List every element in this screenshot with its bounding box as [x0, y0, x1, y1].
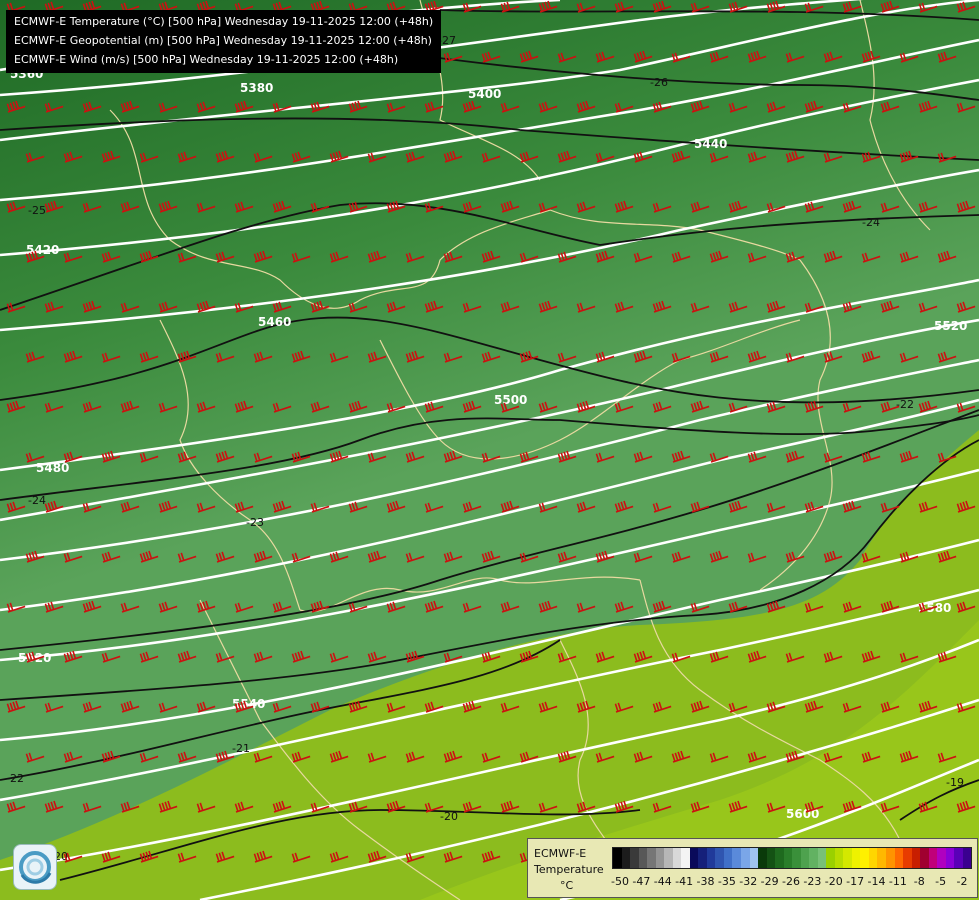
temp-label: -22 — [896, 398, 914, 411]
legend-tick-label: -32 — [739, 875, 758, 888]
legend-swatch — [800, 848, 810, 868]
legend-swatch — [834, 848, 844, 868]
legend-swatch — [655, 848, 665, 868]
legend-swatch — [689, 848, 699, 868]
legend-tick-label: -50 — [611, 875, 629, 888]
legend-swatch — [886, 848, 895, 868]
legend-swatch — [962, 848, 972, 868]
legend-title-line2: Temperature — [534, 863, 604, 876]
temp-label: -20 — [440, 810, 458, 823]
temp-label: -19 — [946, 776, 964, 789]
geo-label: 5400 — [468, 87, 501, 101]
legend-ticks: -50 -47 -44 -41 -38 -35 -32 -29 -26 -23 -20 -17 -14-… — [611, 875, 970, 889]
legend-tick-label: -14 — [867, 875, 886, 888]
weather-map[interactable]: 5360 5380 5400 5420 5440 5460 5480 5500 … — [0, 0, 979, 900]
legend-swatch — [945, 848, 955, 868]
temp-label: -24 — [28, 494, 46, 507]
map-header: ECMWF-E Temperature (°C) [500 hPa] Wedne… — [6, 10, 442, 73]
legend-swatch — [928, 848, 938, 868]
legend-swatch — [647, 848, 656, 868]
legend-tick-label: -20 — [824, 875, 843, 888]
legend-swatch — [877, 848, 886, 868]
legend-swatch — [937, 848, 946, 868]
legend-tick-label: -23 — [803, 875, 822, 888]
temp-label: -25 — [28, 204, 46, 217]
temp-label: -24 — [862, 216, 880, 229]
legend-swatch — [783, 848, 793, 868]
legend-tick-label: -26 — [782, 875, 800, 888]
legend-swatch — [706, 848, 716, 868]
legend-swatch — [809, 848, 818, 868]
geo-label: 5460 — [258, 315, 291, 329]
legend-tick-label: -29 — [760, 875, 779, 888]
legend-swatch — [681, 848, 690, 868]
temp-label: -21 — [232, 742, 250, 755]
temp-label: -22 — [6, 772, 24, 785]
legend-swatch — [868, 848, 878, 868]
geo-label: 5380 — [240, 81, 273, 95]
legend-tick-label: -38 — [696, 875, 715, 888]
legend-unit: °C — [560, 879, 574, 892]
legend-swatch — [630, 848, 639, 868]
legend-tick-label: -5 — [935, 875, 947, 888]
legend-swatch — [664, 848, 673, 868]
legend-swatch — [954, 848, 963, 868]
temp-label: -23 — [246, 516, 264, 529]
legend-swatch — [672, 848, 682, 868]
legend-tick-label: -11 — [888, 875, 907, 888]
legend-swatch — [698, 848, 707, 868]
header-line-geopotential: ECMWF-E Geopotential (m) [500 hPa] Wedne… — [14, 34, 432, 47]
legend-swatch — [911, 848, 921, 868]
geo-label: 5480 — [36, 461, 69, 475]
legend-swatch — [732, 848, 741, 868]
legend-swatch — [621, 848, 631, 868]
legend-swatch — [903, 848, 912, 868]
legend-swatch — [758, 848, 767, 868]
logo — [13, 844, 57, 890]
temp-label: -26 — [650, 76, 668, 89]
legend-swatch — [613, 848, 622, 868]
legend-swatch — [851, 848, 861, 868]
legend-swatch — [792, 848, 801, 868]
legend-swatch — [723, 848, 733, 868]
legend-swatch — [638, 848, 648, 868]
legend-tick-label: -47 — [632, 875, 651, 888]
legend-tick-label: -2 — [956, 875, 968, 888]
legend-swatch — [860, 848, 869, 868]
geo-label: 5440 — [694, 137, 727, 151]
legend-swatch — [775, 848, 784, 868]
temperature-legend: ECMWF-E Temperature °C -50 -47 -44 -41 -38 -3… — [527, 838, 978, 898]
legend-swatch — [920, 848, 929, 868]
legend-swatch — [894, 848, 904, 868]
legend-title-line1: ECMWF-E — [534, 847, 587, 860]
header-line-wind: ECMWF-E Wind (m/s) [500 hPa] Wednesday 1… — [14, 53, 399, 66]
geo-label: 5420 — [26, 243, 59, 257]
legend-swatch — [766, 848, 776, 868]
legend-swatch — [749, 848, 759, 868]
legend-swatch — [715, 848, 724, 868]
legend-tick-label: -35 — [717, 875, 736, 888]
legend-tick-label: -8 — [913, 875, 925, 888]
swirl-logo-icon — [19, 851, 52, 884]
legend-color-bar — [612, 847, 972, 869]
legend-swatch — [843, 848, 852, 868]
legend-tick-label: -17 — [846, 875, 865, 888]
header-line-temperature: ECMWF-E Temperature (°C) [500 hPa] Wedne… — [14, 15, 434, 28]
legend-swatch — [817, 848, 827, 868]
legend-tick-label: -41 — [675, 875, 694, 888]
legend-swatch — [826, 848, 835, 868]
geo-label: 5500 — [494, 393, 527, 407]
legend-tick-label: -44 — [653, 875, 672, 888]
geo-label: 5520 — [934, 319, 967, 333]
legend-swatch — [740, 848, 750, 868]
